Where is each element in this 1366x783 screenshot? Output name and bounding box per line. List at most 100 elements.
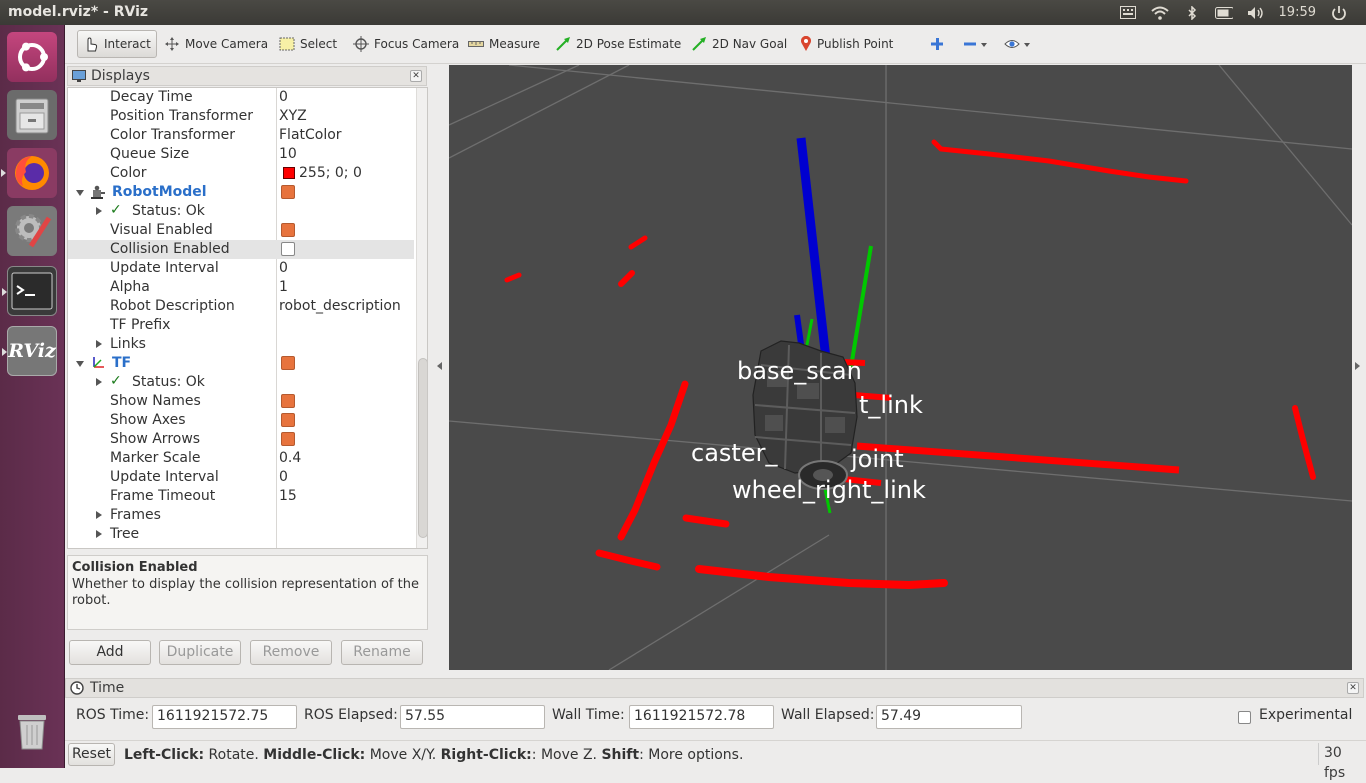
add-tool-button[interactable]	[925, 30, 949, 58]
property-value[interactable]: 0	[279, 469, 288, 485]
experimental-checkbox[interactable]	[1238, 711, 1251, 724]
enable-checkbox[interactable]	[281, 356, 295, 370]
move-camera-tool[interactable]: Move Camera	[159, 30, 273, 58]
tree-row-tf-status[interactable]: ✓ Status: Ok	[68, 373, 414, 392]
property-value[interactable]: 0	[279, 89, 288, 105]
wall-time-field[interactable]: 1611921572.78	[629, 705, 774, 729]
color-swatch[interactable]	[283, 167, 295, 179]
property-name: Frame Timeout	[110, 488, 216, 504]
tree-row-color[interactable]: Color 255; 0; 0	[68, 164, 414, 183]
view-options-button[interactable]	[999, 30, 1037, 58]
files-button[interactable]	[7, 90, 57, 140]
tree-row-frames[interactable]: Frames	[68, 506, 414, 525]
tree-row-visual-enabled[interactable]: Visual Enabled	[68, 221, 414, 240]
ros-time-field[interactable]: 1611921572.75	[152, 705, 297, 729]
duplicate-button[interactable]: Duplicate	[159, 640, 241, 665]
expand-arrow-icon[interactable]	[96, 378, 102, 386]
power-icon[interactable]	[1330, 5, 1348, 20]
system-settings-button[interactable]	[7, 206, 57, 256]
tree-row-show-names[interactable]: Show Names	[68, 392, 414, 411]
measure-tool[interactable]: Measure	[463, 30, 545, 58]
clock-icon	[70, 681, 84, 695]
tree-row-tree[interactable]: Tree	[68, 525, 414, 544]
trash-button[interactable]	[7, 706, 57, 756]
tree-row-show-arrows[interactable]: Show Arrows	[68, 430, 414, 449]
enable-checkbox[interactable]	[281, 185, 295, 199]
remove-tool-button[interactable]	[958, 30, 994, 58]
tree-row-marker-scale[interactable]: Marker Scale 0.4	[68, 449, 414, 468]
select-tool[interactable]: Select	[274, 30, 342, 58]
interact-tool[interactable]: Interact	[77, 30, 157, 58]
ros-elapsed-field[interactable]: 57.55	[400, 705, 545, 729]
displays-tree[interactable]: Decay Time 0 Position Transformer XYZ Co…	[67, 87, 428, 549]
wall-elapsed-field[interactable]: 57.49	[876, 705, 1022, 729]
volume-icon[interactable]	[1247, 6, 1265, 20]
remove-button[interactable]: Remove	[250, 640, 332, 665]
collapse-arrow-icon[interactable]	[76, 361, 84, 367]
collapse-arrow-icon[interactable]	[76, 190, 84, 196]
tree-row-robotmodel[interactable]: RobotModel	[68, 183, 414, 202]
focus-camera-tool[interactable]: Focus Camera	[348, 30, 464, 58]
tree-row-decay-time[interactable]: Decay Time 0	[68, 88, 414, 107]
tree-row-tf[interactable]: TF	[68, 354, 414, 373]
expand-arrow-icon[interactable]	[96, 511, 102, 519]
expand-arrow-icon[interactable]	[96, 340, 102, 348]
property-value[interactable]: 1	[279, 279, 288, 295]
property-value[interactable]: 10	[279, 146, 297, 162]
robot-icon	[91, 185, 105, 199]
close-icon[interactable]: ✕	[410, 70, 422, 82]
ubuntu-dash-button[interactable]	[7, 32, 57, 82]
keyboard-icon[interactable]	[1119, 6, 1137, 20]
tree-row-update-interval[interactable]: Update Interval 0	[68, 259, 414, 278]
show-axes-checkbox[interactable]	[281, 413, 295, 427]
visual-enabled-checkbox[interactable]	[281, 223, 295, 237]
close-icon[interactable]: ✕	[1347, 682, 1359, 694]
plus-icon	[931, 38, 943, 50]
3d-viewport[interactable]: base_scan t_link caster_ joint wheel_rig…	[449, 65, 1352, 670]
tree-row-robotmodel-status[interactable]: ✓ Status: Ok	[68, 202, 414, 221]
property-value[interactable]: 255; 0; 0	[299, 165, 362, 181]
pose-estimate-tool[interactable]: 2D Pose Estimate	[550, 30, 686, 58]
tree-row-alpha[interactable]: Alpha 1	[68, 278, 414, 297]
collapse-left-arrow-icon[interactable]	[437, 362, 442, 370]
property-value[interactable]: 0	[279, 260, 288, 276]
property-value[interactable]: 15	[279, 488, 297, 504]
property-value[interactable]: 0.4	[279, 450, 301, 466]
firefox-button[interactable]	[1, 148, 57, 198]
expand-arrow-icon[interactable]	[96, 207, 102, 215]
tree-scrollbar[interactable]	[416, 88, 427, 548]
clock[interactable]: 19:59	[1279, 5, 1316, 20]
show-arrows-checkbox[interactable]	[281, 432, 295, 446]
nav-goal-tool[interactable]: 2D Nav Goal	[686, 30, 792, 58]
tree-row-robot-description[interactable]: Robot Description robot_description	[68, 297, 414, 316]
tree-row-collision-enabled[interactable]: Collision Enabled	[68, 240, 414, 259]
terminal-button[interactable]	[2, 266, 57, 316]
property-name: Show Axes	[110, 412, 186, 428]
tree-row-frame-timeout[interactable]: Frame Timeout 15	[68, 487, 414, 506]
property-value[interactable]: FlatColor	[279, 127, 342, 143]
add-button[interactable]: Add	[69, 640, 151, 665]
tree-row-color-transformer[interactable]: Color Transformer FlatColor	[68, 126, 414, 145]
reset-button[interactable]: Reset	[68, 743, 115, 766]
tree-row-links[interactable]: Links	[68, 335, 414, 354]
collision-enabled-checkbox[interactable]	[281, 242, 295, 256]
tree-row-tf-prefix[interactable]: TF Prefix	[68, 316, 414, 335]
tree-row-queue-size[interactable]: Queue Size 10	[68, 145, 414, 164]
battery-icon[interactable]	[1214, 6, 1233, 20]
rename-button[interactable]: Rename	[341, 640, 423, 665]
bluetooth-icon[interactable]	[1183, 5, 1201, 20]
hint-text: : Move Z.	[531, 747, 602, 763]
property-value[interactable]: robot_description	[279, 298, 401, 314]
wifi-icon[interactable]	[1150, 6, 1169, 20]
show-names-checkbox[interactable]	[281, 394, 295, 408]
tree-row-show-axes[interactable]: Show Axes	[68, 411, 414, 430]
tree-row-position-transformer[interactable]: Position Transformer XYZ	[68, 107, 414, 126]
scrollbar-thumb[interactable]	[418, 358, 427, 538]
expand-arrow-icon[interactable]	[96, 530, 102, 538]
publish-point-tool[interactable]: Publish Point	[795, 30, 898, 58]
window-title: model.rviz* - RViz	[8, 4, 149, 20]
rviz-launcher-button[interactable]: RViz	[2, 326, 57, 376]
tree-row-tf-update-interval[interactable]: Update Interval 0	[68, 468, 414, 487]
collapse-right-arrow-icon[interactable]	[1355, 362, 1360, 370]
property-value[interactable]: XYZ	[279, 108, 307, 124]
